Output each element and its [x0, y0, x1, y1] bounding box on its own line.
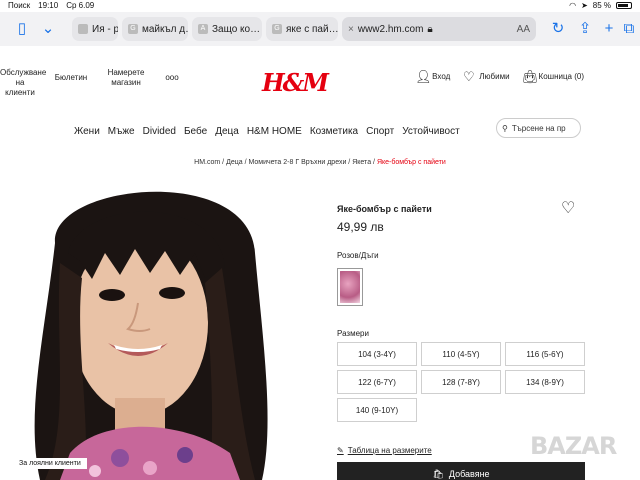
tab-favicon: A [198, 24, 208, 34]
product-photo[interactable] [0, 183, 318, 480]
breadcrumb-current: Яке-бомбър с пайети [376, 159, 446, 166]
wifi-icon: ◠ [569, 1, 577, 10]
size-option[interactable]: 116 (5-6Y) [505, 342, 585, 366]
tab-label: яке с пай… [286, 23, 338, 35]
bag-icon: 🛍︎ [432, 468, 444, 479]
main-navigation: Жени Мъже Divided Бебе Деца H&M HOME Коз… [74, 126, 460, 137]
cart-link[interactable]: 👜︎ Кошница (0) [522, 70, 584, 83]
find-store-link[interactable]: Намерете магазин [102, 68, 150, 98]
battery-icon [616, 2, 632, 9]
size-option[interactable]: 110 (4-5Y) [421, 342, 501, 366]
favorites-link[interactable]: ♡ Любими [462, 69, 510, 84]
size-option[interactable]: 128 (7-8Y) [421, 370, 501, 394]
size-option[interactable]: 134 (8-9Y) [505, 370, 585, 394]
breadcrumb-item[interactable]: Деца [226, 159, 243, 166]
status-bar: Поиск 19:10 Ср 6.09 ◠ ➤ 85 % [0, 0, 640, 12]
account-links: 👤︎ Вход ♡ Любими 👜︎ Кошница (0) [415, 70, 584, 83]
favorites-label: Любими [479, 72, 510, 81]
address-url[interactable]: www2.hm.com [358, 24, 424, 35]
tab-label: Ия - ро… [92, 23, 118, 35]
close-tab-icon[interactable]: × [348, 24, 354, 35]
size-guide-link[interactable]: ✎ Таблица на размерите [337, 446, 432, 455]
nav-men[interactable]: Мъже [108, 126, 135, 137]
nav-divided[interactable]: Divided [143, 126, 176, 137]
add-to-cart-button[interactable]: 🛍︎ Добавяне [337, 462, 585, 480]
tab-label: майкъл д… [142, 23, 188, 35]
location-icon: ➤ [581, 1, 588, 10]
child-photo-illustration [34, 191, 268, 480]
reload-icon[interactable]: ↻ [550, 21, 566, 37]
user-icon: 👤︎ [415, 69, 432, 84]
favorite-heart-icon[interactable]: ♡ [561, 198, 575, 218]
sizes-label: Размери [337, 329, 369, 338]
nav-home[interactable]: H&M HOME [247, 126, 302, 137]
cart-label: Кошница (0) [538, 72, 584, 81]
breadcrumb-item[interactable]: Якета [352, 159, 371, 166]
new-tab-icon[interactable]: + [601, 21, 617, 37]
hm-logo[interactable]: H&M [262, 68, 329, 97]
share-icon[interactable]: ⇪ [577, 21, 593, 37]
customer-service-link[interactable]: Обслужване на клиенти [0, 68, 46, 98]
nav-women[interactable]: Жени [74, 126, 100, 137]
add-to-cart-label: Добавяне [448, 469, 490, 479]
tab-favicon: G [128, 24, 138, 34]
newsletter-link[interactable]: Бюлетин [54, 68, 88, 98]
bag-icon: 👜︎ [521, 69, 539, 84]
date: Ср 6.09 [66, 1, 95, 10]
search-placeholder: Търсене на пр [511, 123, 566, 133]
battery-text: 85 % [592, 1, 611, 10]
size-grid: 104 (3-4Y) 110 (4-5Y) 116 (5-6Y) 122 (6-… [337, 342, 585, 422]
tab-favicon: G [272, 24, 282, 34]
breadcrumb-item[interactable]: HM.com [194, 159, 220, 166]
tab-3[interactable]: A Защо ко… [192, 17, 262, 41]
tab-label: Защо ко… [212, 23, 261, 35]
size-option[interactable]: 104 (3-4Y) [337, 342, 417, 366]
nav-beauty[interactable]: Козметика [310, 126, 358, 137]
breadcrumb-item[interactable]: Момичета 2-8 Г Връхни дрехи [248, 159, 346, 166]
clock: 19:10 [38, 1, 59, 10]
tab-1[interactable]: Ия - ро… [72, 17, 118, 41]
bazar-watermark: BAZAR [530, 432, 617, 460]
tab-2[interactable]: G майкъл д… [122, 17, 188, 41]
product-title: Яке-бомбър с пайети [337, 204, 432, 214]
search-icon: ⚲ [502, 123, 508, 133]
tab-favicon [78, 24, 88, 34]
heart-icon: ♡ [462, 69, 475, 84]
size-guide-label: Таблица на размерите [347, 446, 432, 455]
nav-kids[interactable]: Деца [215, 126, 239, 137]
reader-aa-button[interactable]: AA [517, 24, 530, 35]
tab-active-address[interactable]: × www2.hm.com 🔒︎ AA [342, 17, 536, 41]
browser-tab-bar: ▯ ⌄ Ия - ро… G майкъл д… A Защо ко… G як… [0, 12, 640, 46]
search-input[interactable]: ⚲ Търсене на пр [496, 118, 581, 138]
loyalty-badge: За лоялни клиенти [13, 458, 87, 469]
breadcrumb: HM.com / Деца / Момичета 2-8 Г Връхни др… [194, 159, 446, 166]
utility-links: Обслужване на клиенти Бюлетин Намерете м… [0, 68, 180, 98]
swatch-thumbnail [340, 271, 360, 303]
size-option[interactable]: 122 (6-7Y) [337, 370, 417, 394]
nav-sustainability[interactable]: Устойчивост [402, 126, 459, 137]
color-name: Розов/Дъги [337, 251, 379, 260]
tab-4[interactable]: G яке с пай… [266, 17, 338, 41]
login-link[interactable]: 👤︎ Вход [415, 70, 450, 83]
back-to-app[interactable]: Поиск [8, 1, 30, 10]
battery-fill [618, 4, 629, 7]
tabs-overview-icon[interactable]: ⧉ [621, 21, 637, 37]
more-icon[interactable]: ooo [164, 68, 180, 98]
nav-sport[interactable]: Спорт [366, 126, 394, 137]
sidebar-icon[interactable]: ▯ [14, 21, 30, 37]
size-option[interactable]: 140 (9-10Y) [337, 398, 417, 422]
lock-icon: 🔒︎ [427, 23, 433, 35]
ruler-icon: ✎ [337, 446, 344, 455]
login-label: Вход [432, 72, 451, 81]
nav-baby[interactable]: Бебе [184, 126, 207, 137]
product-price: 49,99 лв [337, 220, 384, 234]
chevron-down-icon[interactable]: ⌄ [40, 21, 56, 37]
color-swatch[interactable] [337, 268, 363, 306]
